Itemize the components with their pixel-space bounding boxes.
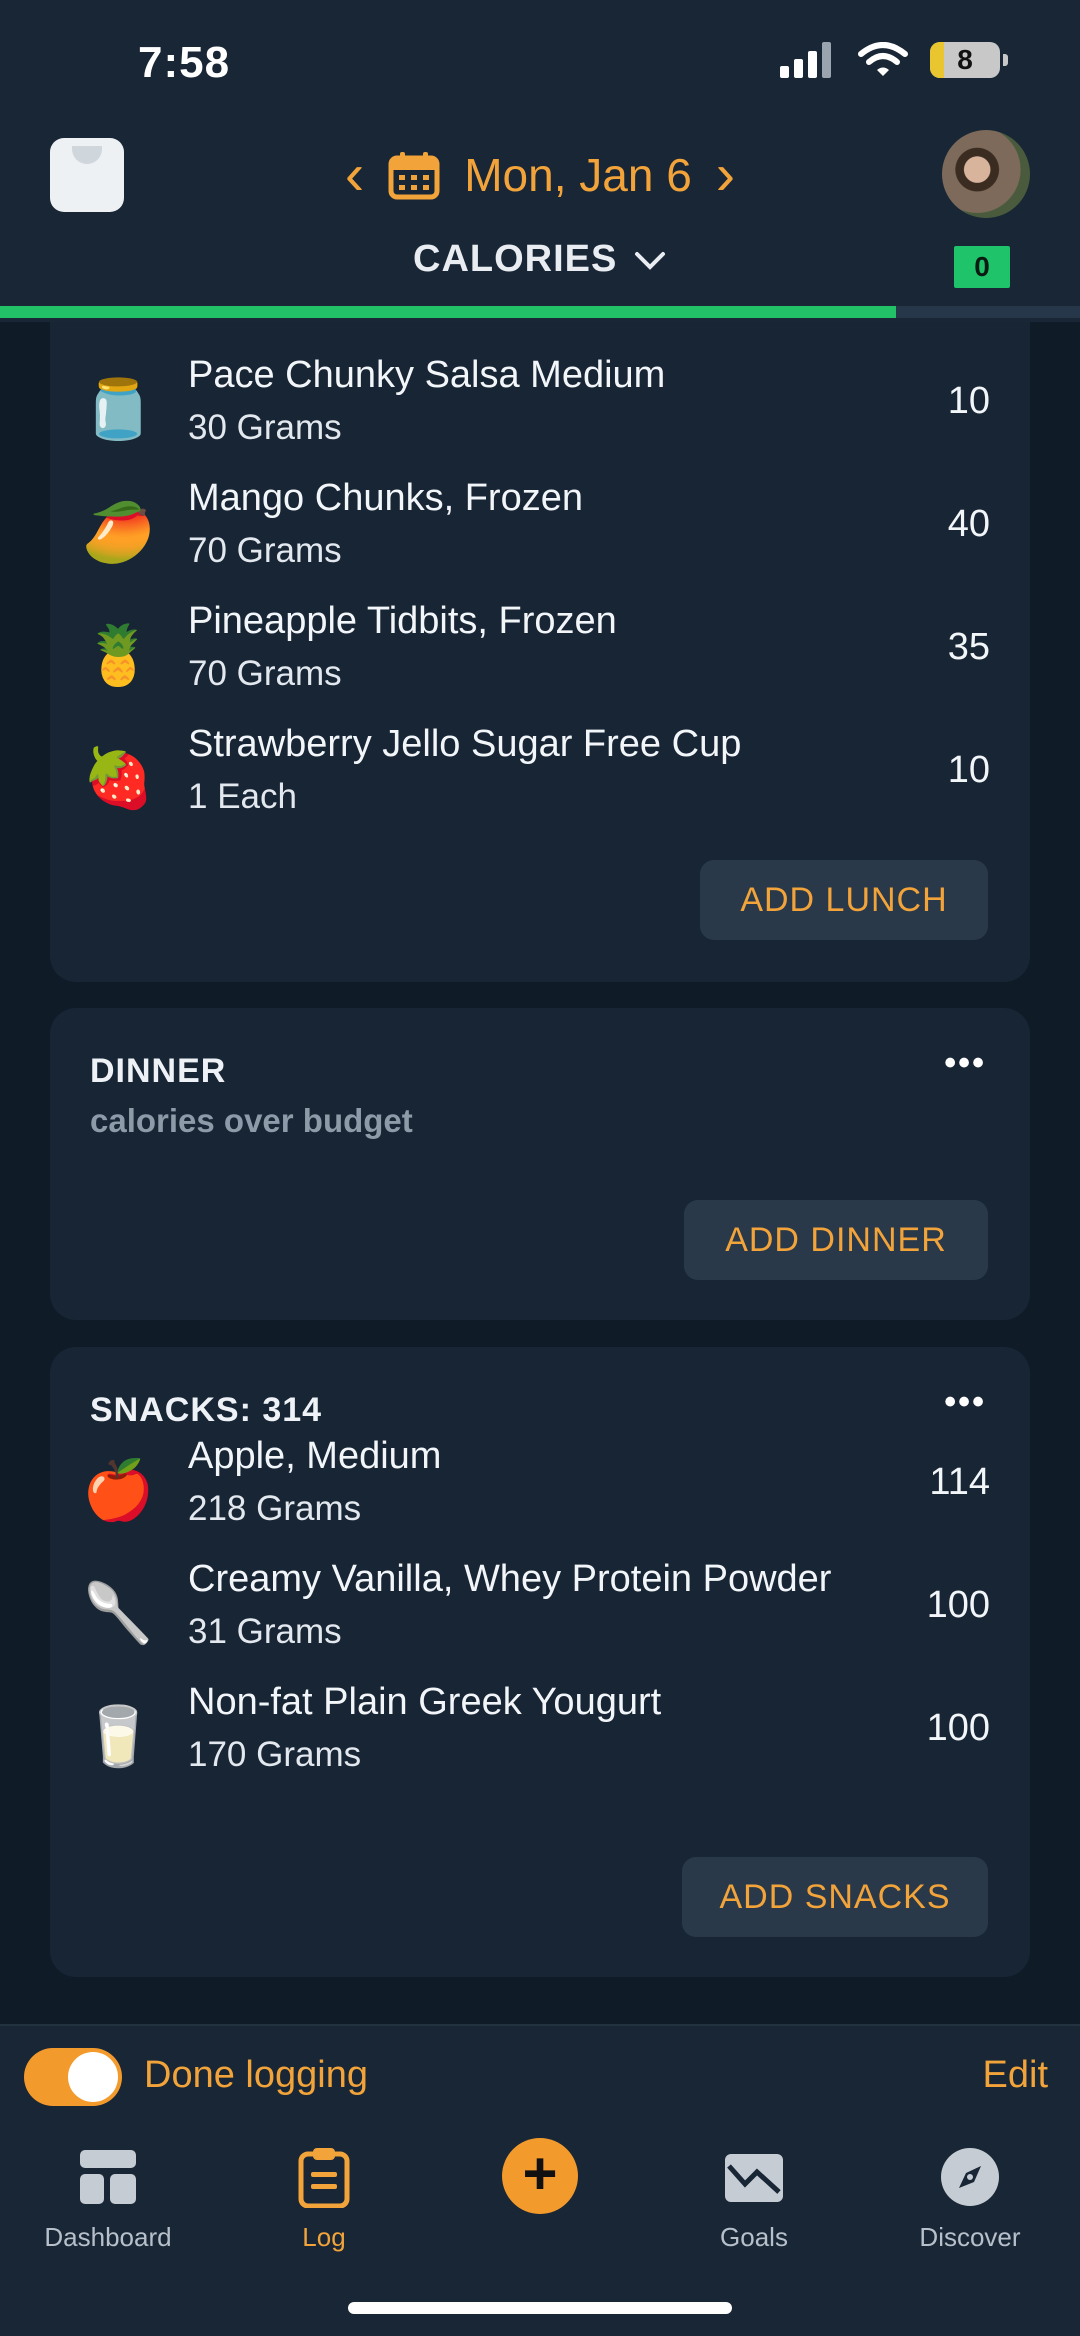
food-item[interactable]: 🥭 Mango Chunks, Frozen 70 Grams 40 [50,475,1030,593]
food-name: Non-fat Plain Greek Yougurt [188,1681,662,1723]
clipboard-icon [298,2148,350,2209]
home-indicator [348,2302,732,2314]
chevron-right-icon[interactable]: › [716,146,735,204]
protein-scoop-icon: 🥄 [82,1581,155,1646]
tab-dashboard[interactable]: Dashboard [18,2146,198,2253]
food-item[interactable]: 🥛 Non-fat Plain Greek Yougurt 170 Grams 100 [50,1679,1030,1797]
chevron-down-icon [634,251,665,270]
yogurt-cup-icon: 🥛 [82,1704,155,1769]
add-entry-button[interactable]: + [502,2138,578,2214]
done-logging-bar: Done logging Edit [0,2024,1080,2128]
food-item[interactable]: 🫙 Pace Chunky Salsa Medium 30 Grams 10 [50,352,1030,470]
metric-selector[interactable]: CALORIES [0,238,1080,281]
cellular-signal-icon [780,42,831,78]
tab-label: Discover [919,2222,1021,2252]
food-name: Pineapple Tidbits, Frozen [188,600,617,642]
food-calories: 114 [929,1461,990,1503]
food-quantity: 70 Grams [188,531,342,570]
food-quantity: 70 Grams [188,654,342,693]
food-name: Apple, Medium [188,1435,442,1477]
food-name: Pace Chunky Salsa Medium [188,354,666,396]
dinner-subtitle: calories over budget [90,1102,413,1139]
tab-discover[interactable]: Discover [880,2146,1060,2253]
status-icons: 8 [780,42,1008,78]
tab-label: Goals [720,2222,788,2252]
edit-button[interactable]: Edit [983,2054,1048,2097]
food-quantity: 170 Grams [188,1735,362,1774]
more-options-icon[interactable]: ••• [944,1383,986,1422]
food-calories: 10 [947,749,990,791]
mango-icon: 🥭 [82,500,155,565]
apple-icon: 🍎 [82,1458,155,1523]
chart-icon [725,2154,783,2202]
wifi-icon [858,42,908,76]
tab-label: Dashboard [44,2222,172,2252]
snacks-card: SNACKS: 314 ••• 🍎 Apple, Medium 218 Grams 1… [50,1347,1030,1977]
avatar[interactable] [942,130,1030,218]
salsa-jar-icon: 🫙 [82,377,155,442]
current-date[interactable]: Mon, Jan 6 [464,148,692,202]
dinner-title: DINNER [90,1052,227,1090]
food-calories: 100 [926,1707,990,1749]
add-snacks-button[interactable]: ADD SNACKS [682,1857,988,1937]
food-quantity: 31 Grams [188,1612,342,1651]
food-quantity: 30 Grams [188,408,342,447]
battery-level: 8 [957,44,973,75]
date-navigator: ‹ Mon, Jan 6 › [300,142,780,208]
done-logging-label: Done logging [144,2054,368,2096]
food-item[interactable]: 🥄 Creamy Vanilla, Whey Protein Powder 31 G… [50,1556,1030,1674]
strawberry-icon: 🍓 [82,746,155,811]
more-options-icon[interactable]: ••• [944,1044,986,1083]
dinner-card: DINNER ••• calories over budget ADD DINN… [50,1008,1030,1320]
food-name: Creamy Vanilla, Whey Protein Powder [188,1558,832,1600]
pineapple-icon: 🍍 [82,623,155,688]
food-item[interactable]: 🍍 Pineapple Tidbits, Frozen 70 Grams 35 [50,598,1030,716]
food-quantity: 1 Each [188,777,297,816]
food-item[interactable]: 🍓 Strawberry Jello Sugar Free Cup 1 Each 10 [50,721,1030,839]
add-dinner-button[interactable]: ADD DINNER [684,1200,988,1280]
food-item[interactable]: 🍎 Apple, Medium 218 Grams 114 [50,1433,1030,1551]
calorie-progress-bar [0,306,897,318]
food-name: Strawberry Jello Sugar Free Cup [188,723,742,765]
tab-label: Log [302,2222,346,2252]
food-calories: 10 [947,380,990,422]
remaining-badge: 0 [954,246,1010,288]
metric-label: CALORIES [413,238,618,280]
compass-icon [941,2148,999,2206]
food-quantity: 218 Grams [188,1489,362,1528]
food-name: Mango Chunks, Frozen [188,477,583,519]
add-lunch-button[interactable]: ADD LUNCH [700,860,988,940]
food-calories: 35 [947,626,990,668]
snacks-title: SNACKS: 314 [90,1391,323,1429]
tab-log[interactable]: Log [234,2146,414,2253]
header: 7:58 8 ‹ Mon, Jan 6 › CALORIES 0 [0,0,1080,322]
tab-goals[interactable]: Goals [664,2146,844,2253]
food-calories: 40 [947,503,990,545]
food-calories: 100 [926,1584,990,1626]
battery-icon: 8 [930,42,1008,78]
dashboard-icon [80,2150,136,2204]
status-time: 7:58 [138,38,231,87]
weight-scale-icon[interactable] [50,138,124,212]
calendar-icon[interactable] [388,150,440,200]
done-logging-toggle[interactable] [24,2048,122,2106]
chevron-left-icon[interactable]: ‹ [345,146,364,204]
